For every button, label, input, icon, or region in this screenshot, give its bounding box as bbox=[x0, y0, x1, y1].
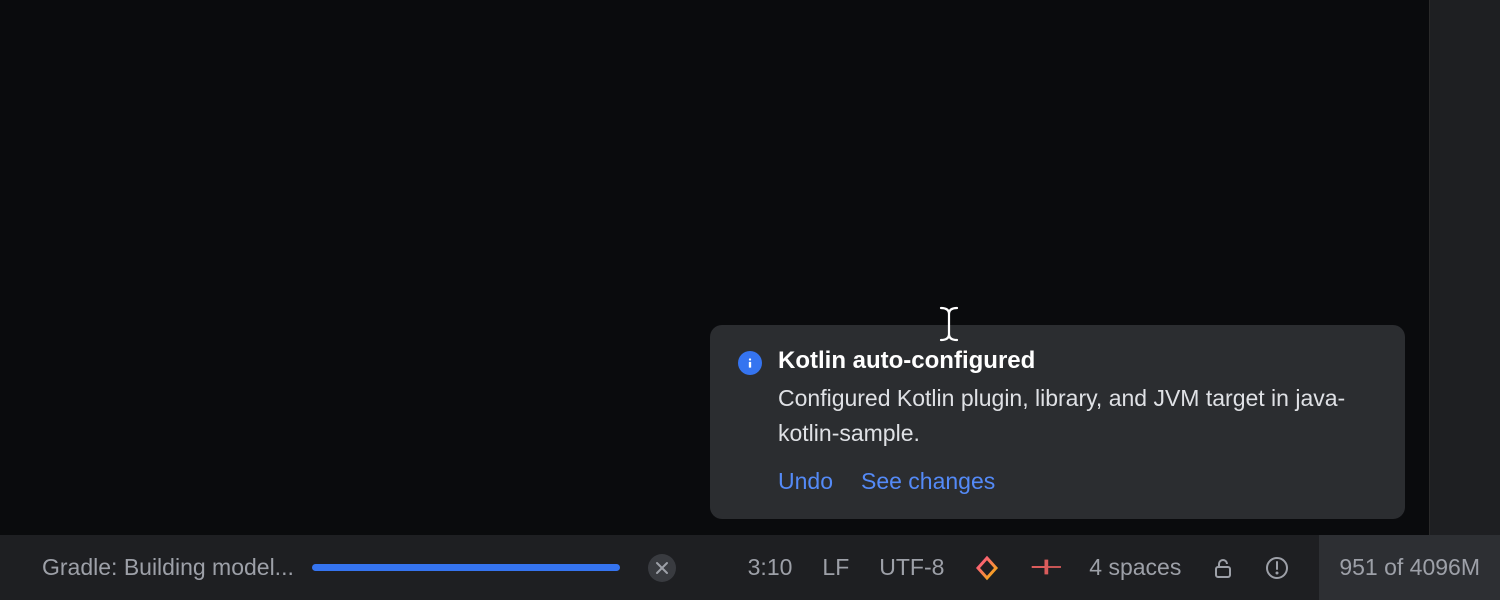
ai-assistant-icon[interactable] bbox=[974, 555, 1000, 581]
code-fit-icon[interactable]: ⊣⊢ bbox=[1030, 555, 1059, 580]
right-gutter bbox=[1430, 0, 1500, 535]
indent-setting[interactable]: 4 spaces bbox=[1089, 554, 1181, 581]
encoding[interactable]: UTF-8 bbox=[879, 554, 944, 581]
background-task[interactable]: Gradle: Building model... bbox=[0, 554, 676, 582]
notification-content: Kotlin auto-configured Configured Kotlin… bbox=[778, 347, 1377, 495]
status-right: 3:10 LF UTF-8 ⊣⊢ 4 spaces bbox=[748, 535, 1500, 600]
notification-body: Configured Kotlin plugin, library, and J… bbox=[778, 381, 1377, 450]
cancel-task-button[interactable] bbox=[648, 554, 676, 582]
problems-icon[interactable] bbox=[1265, 556, 1289, 580]
progress-bar bbox=[312, 564, 620, 571]
status-bar: Gradle: Building model... 3:10 LF UTF-8 … bbox=[0, 535, 1500, 600]
notification-popup: Kotlin auto-configured Configured Kotlin… bbox=[710, 325, 1405, 519]
see-changes-link[interactable]: See changes bbox=[861, 468, 995, 495]
undo-link[interactable]: Undo bbox=[778, 468, 833, 495]
readonly-lock-icon[interactable] bbox=[1211, 556, 1235, 580]
notification-actions: Undo See changes bbox=[778, 468, 1377, 495]
notification-title: Kotlin auto-configured bbox=[778, 347, 1377, 375]
info-icon bbox=[738, 351, 762, 375]
cursor-position[interactable]: 3:10 bbox=[748, 554, 793, 581]
task-label: Gradle: Building model... bbox=[42, 554, 294, 581]
line-separator[interactable]: LF bbox=[822, 554, 849, 581]
memory-indicator[interactable]: 951 of 4096M bbox=[1319, 535, 1500, 600]
